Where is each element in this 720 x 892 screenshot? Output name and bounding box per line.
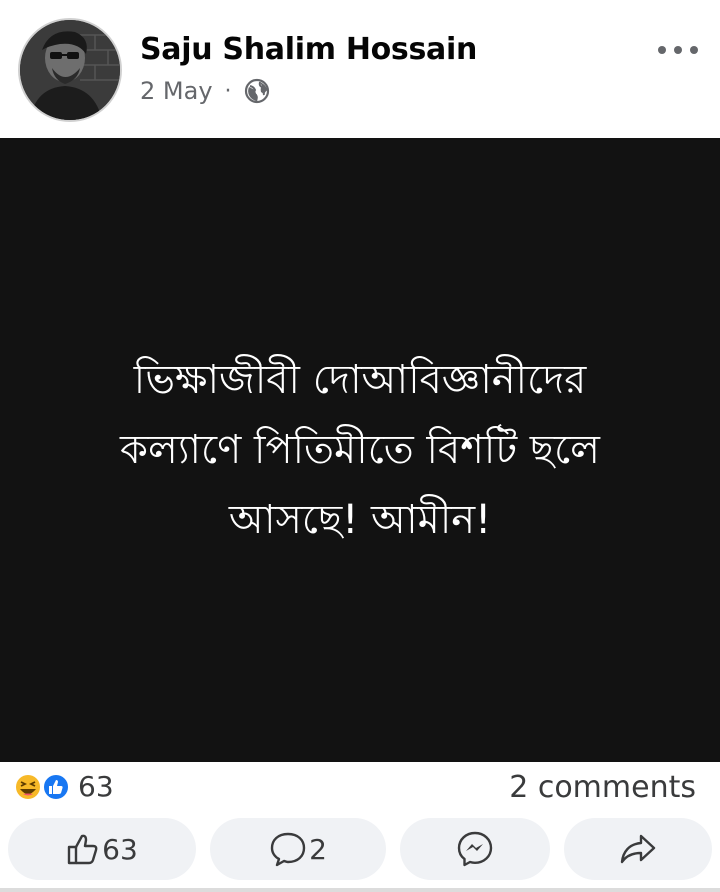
messenger-send-button[interactable] <box>400 818 550 880</box>
post-header: Saju Shalim Hossain 2 May · <box>0 0 720 138</box>
like-reaction-icon <box>42 773 70 801</box>
post-actions: 63 2 <box>0 814 720 892</box>
post-card: Saju Shalim Hossain 2 May · ভিক্ষাজীবী দ… <box>0 0 720 892</box>
messenger-icon <box>456 830 494 868</box>
more-options-button[interactable] <box>658 40 698 60</box>
dot-icon <box>674 46 682 54</box>
haha-emoji-icon <box>14 773 42 801</box>
post-text-line: ভিক্ষাজীবী দোআবিজ্ঞানীদের <box>133 357 587 403</box>
post-meta: 2 May · <box>140 76 270 106</box>
comment-button[interactable]: 2 <box>210 818 386 880</box>
share-button[interactable] <box>564 818 712 880</box>
dot-icon <box>658 46 666 54</box>
like-count: 63 <box>102 832 138 866</box>
meta-separator: · <box>224 78 232 104</box>
divider <box>0 888 720 892</box>
post-text-line: কল্যাণে পিতিমীতে বিশটি ছলে <box>120 427 600 473</box>
share-icon <box>619 830 657 868</box>
like-button[interactable]: 63 <box>8 818 196 880</box>
thumbs-up-icon <box>66 832 100 866</box>
post-date[interactable]: 2 May <box>140 77 213 105</box>
post-text-line: আসছে! আমীন! <box>228 497 492 543</box>
post-text-background[interactable]: ভিক্ষাজীবী দোআবিজ্ঞানীদের কল্যাণে পিতিমী… <box>0 138 720 762</box>
reactions-summary: 63 2 comments <box>0 762 720 814</box>
dot-icon <box>690 46 698 54</box>
post-text: ভিক্ষাজীবী দোআবিজ্ঞানীদের কল্যাণে পিতিমী… <box>60 345 660 555</box>
reaction-count[interactable]: 63 <box>78 770 114 803</box>
comments-count[interactable]: 2 comments <box>509 770 696 805</box>
author-name[interactable]: Saju Shalim Hossain <box>140 32 477 67</box>
comment-count: 2 <box>309 832 327 866</box>
avatar[interactable] <box>18 18 122 122</box>
reaction-icons[interactable] <box>12 772 76 802</box>
comment-icon <box>269 830 307 868</box>
globe-icon <box>244 78 270 104</box>
